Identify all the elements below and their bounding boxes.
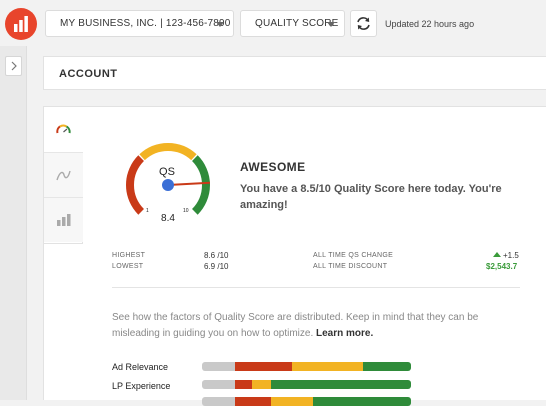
lowest-label: LOWEST: [112, 263, 144, 270]
score-verdict: AWESOME: [240, 160, 306, 174]
discount-label: ALL TIME DISCOUNT: [313, 263, 388, 270]
expand-sidebar-button[interactable]: [5, 56, 22, 76]
factor-segment: [291, 362, 363, 371]
tab-trend[interactable]: [44, 152, 83, 197]
factor-bar: [202, 380, 411, 389]
factor-segment: [362, 362, 411, 371]
gauge-value: 8.4: [161, 213, 175, 224]
app-logo[interactable]: [5, 8, 37, 40]
qs-change-value: +1.5: [503, 251, 519, 260]
bar-chart-icon: [57, 214, 71, 226]
gauge-hub: [162, 179, 174, 191]
gauge-segment-low: [126, 155, 145, 215]
metric-select[interactable]: QUALITY SCORE: [240, 10, 345, 37]
gauge-label: QS: [159, 166, 175, 178]
factor-segment: [312, 397, 411, 406]
account-select[interactable]: MY BUSINESS, INC. | 123-456-7890: [45, 10, 234, 37]
refresh-icon: [357, 17, 370, 30]
tab-bar-chart[interactable]: [44, 197, 83, 242]
factor-segment: [235, 362, 292, 371]
arrow-up-icon: [493, 252, 501, 257]
chevron-down-icon: [327, 22, 335, 27]
highest-value: 8.6 /10: [204, 251, 229, 260]
chevron-down-icon: [216, 22, 224, 27]
left-sidebar: [0, 46, 27, 400]
factor-bar: [202, 362, 411, 371]
account-select-label: MY BUSINESS, INC. | 123-456-7890: [60, 18, 231, 29]
updated-timestamp: Updated 22 hours ago: [385, 19, 475, 29]
factor-label: Ad Relevance: [112, 362, 169, 372]
gauge-max-label: 10: [183, 208, 189, 214]
factor-segment: [202, 380, 236, 389]
gauge-dial: QS 1 10 8.4: [126, 143, 210, 224]
highest-label: HIGHEST: [112, 252, 146, 259]
factor-segment: [270, 380, 411, 389]
gauge-icon: [56, 124, 71, 134]
quality-score-gauge: QS 1 10 8.4: [120, 135, 220, 230]
learn-more-link[interactable]: Learn more.: [316, 328, 373, 339]
top-bar: MY BUSINESS, INC. | 123-456-7890 QUALITY…: [0, 0, 546, 46]
factor-segment: [235, 397, 271, 406]
view-tabs: [44, 107, 84, 244]
gauge-segment-high: [191, 155, 210, 215]
refresh-button[interactable]: [350, 10, 377, 37]
gauge-segment-mid: [139, 143, 197, 161]
qs-change-label: ALL TIME QS CHANGE: [313, 252, 394, 259]
factor-segment: [252, 380, 271, 389]
factor-segment: [270, 397, 313, 406]
chevron-right-icon: [11, 61, 17, 71]
score-message: You have a 8.5/10 Quality Score here tod…: [240, 183, 502, 211]
factor-segment: [202, 397, 236, 406]
lowest-value: 6.9 /10: [204, 262, 229, 271]
factor-segment: [202, 362, 236, 371]
discount-value: $2,543.7: [486, 262, 518, 271]
trend-line-icon: [56, 170, 71, 181]
factors-note-text: See how the factors of Quality Score are…: [112, 312, 479, 339]
factor-bar: [202, 397, 411, 406]
factors-note: See how the factors of Quality Score are…: [112, 310, 522, 342]
factor-label: LP Experience: [112, 381, 171, 391]
account-header: ACCOUNT: [43, 56, 546, 90]
factor-segment: [235, 380, 253, 389]
qs-change-indicator: +1.5: [493, 251, 519, 260]
tab-gauge[interactable]: [44, 107, 84, 152]
section-divider: [112, 287, 520, 288]
bar-chart-logo-icon: [14, 16, 28, 32]
gauge-min-label: 1: [146, 208, 149, 214]
